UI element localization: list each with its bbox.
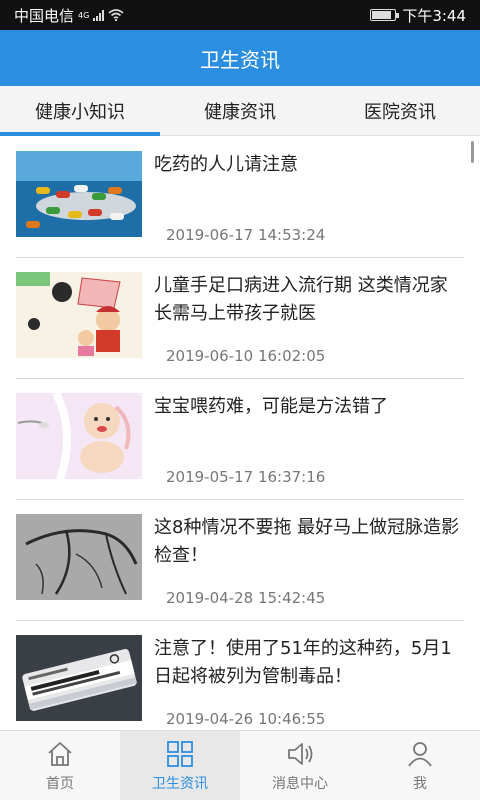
home-icon [48, 741, 72, 766]
nav-label: 首页 [46, 775, 74, 792]
nav-label: 消息中心 [272, 775, 328, 792]
article-thumbnail [16, 514, 142, 600]
angiogram-image [16, 514, 142, 600]
grid-icon [167, 740, 193, 767]
tab-label: 医院资讯 [364, 101, 436, 123]
carrier-label: 中国电信 [14, 6, 75, 25]
nav-message-center[interactable]: 消息中心 [240, 731, 360, 800]
page-title: 卫生资讯 [200, 47, 280, 72]
nav-health-news[interactable]: 卫生资讯 [120, 731, 240, 800]
tab-label: 健康小知识 [35, 101, 125, 123]
article-thumbnail [16, 393, 142, 479]
article-text: 儿童手足口病进入流行期 这类情况家长需马上带孩子就医 2019-06-10 16… [154, 272, 464, 379]
clock: 下午3:44 [402, 6, 466, 25]
wifi-icon [108, 9, 124, 21]
cartoon-child-image [16, 272, 142, 358]
article-text: 吃药的人儿请注意 2019-06-17 14:53:24 [154, 151, 464, 258]
speaker-icon [288, 742, 313, 765]
article-thumbnail [16, 272, 142, 358]
battery-fill [372, 11, 391, 19]
status-right: 下午3:44 [370, 5, 466, 26]
app-header: 卫生资讯 [0, 30, 480, 86]
cartoon-baby-image [16, 393, 142, 479]
list-item[interactable]: 儿童手足口病进入流行期 这类情况家长需马上带孩子就医 2019-06-10 16… [0, 258, 480, 379]
tab-health-tips[interactable]: 健康小知识 [0, 86, 160, 136]
article-time: 2019-04-26 10:46:55 [166, 710, 326, 728]
article-time: 2019-06-17 14:53:24 [166, 226, 326, 244]
status-left: 中国电信 4G [14, 5, 124, 26]
article-text: 宝宝喂药难，可能是方法错了 2019-05-17 16:37:16 [154, 393, 464, 500]
bottom-nav: 首页 卫生资讯 消息中心 我 [0, 730, 480, 800]
article-title: 儿童手足口病进入流行期 这类情况家长需马上带孩子就医 [154, 275, 448, 324]
article-text: 这8种情况不要拖 最好马上做冠脉造影检查！ 2019-04-28 15:42:4… [154, 514, 464, 621]
article-time: 2019-05-17 16:37:16 [166, 468, 326, 486]
tab-bar: 健康小知识 健康资讯 医院资讯 [0, 86, 480, 136]
article-title: 这8种情况不要拖 最好马上做冠脉造影检查！ [154, 517, 460, 566]
status-bar: 中国电信 4G 下午3:44 [0, 0, 480, 30]
list-item[interactable]: 注意了！使用了51年的这种药，5月1日起将被列为管制毒品！ 2019-04-26… [0, 621, 480, 730]
user-icon [408, 741, 432, 767]
article-thumbnail [16, 635, 142, 721]
pills-image [16, 151, 142, 237]
article-thumbnail [16, 151, 142, 237]
nav-me[interactable]: 我 [360, 731, 480, 800]
tab-label: 健康资讯 [204, 101, 276, 123]
vial-image [16, 635, 142, 721]
tab-health-news[interactable]: 健康资讯 [160, 86, 320, 135]
article-time: 2019-06-10 16:02:05 [166, 347, 326, 365]
nav-home[interactable]: 首页 [0, 731, 120, 800]
nav-label: 卫生资讯 [152, 775, 208, 792]
article-time: 2019-04-28 15:42:45 [166, 589, 326, 607]
article-title: 宝宝喂药难，可能是方法错了 [154, 396, 388, 417]
list-item[interactable]: 宝宝喂药难，可能是方法错了 2019-05-17 16:37:16 [0, 379, 480, 500]
article-text: 注意了！使用了51年的这种药，5月1日起将被列为管制毒品！ 2019-04-26… [154, 635, 464, 730]
network-label: 4G [78, 10, 90, 20]
list-item[interactable]: 这8种情况不要拖 最好马上做冠脉造影检查！ 2019-04-28 15:42:4… [0, 500, 480, 621]
nav-label: 我 [413, 775, 427, 792]
list-item[interactable]: 吃药的人儿请注意 2019-06-17 14:53:24 [0, 137, 480, 258]
article-list[interactable]: 吃药的人儿请注意 2019-06-17 14:53:24 儿童手足口病进入流行期… [0, 137, 480, 730]
article-title: 注意了！使用了51年的这种药，5月1日起将被列为管制毒品！ [154, 638, 452, 687]
signal-icon [93, 9, 105, 21]
battery-icon [370, 9, 400, 21]
article-title: 吃药的人儿请注意 [154, 154, 298, 175]
tab-hospital-news[interactable]: 医院资讯 [320, 86, 480, 135]
